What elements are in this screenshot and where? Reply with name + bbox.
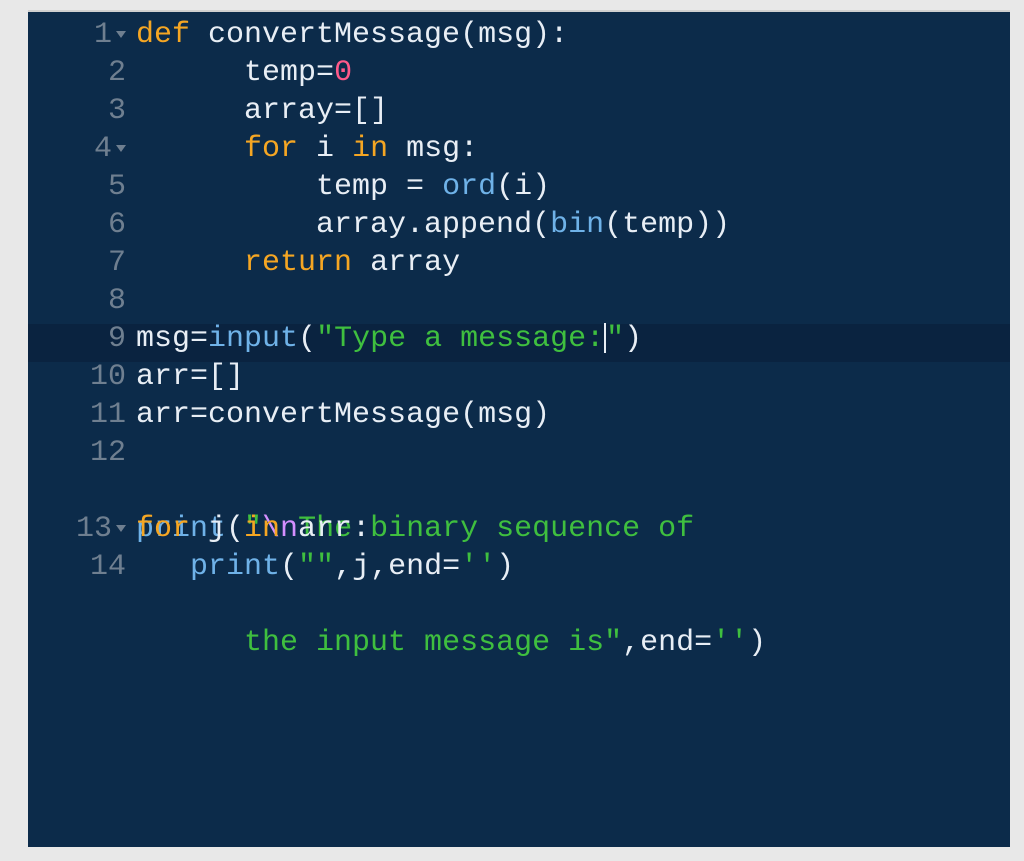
code-line[interactable]: msg=input("Type a message:")	[136, 320, 1010, 358]
code-line[interactable]: array=[]	[136, 92, 1010, 130]
line-number: 5	[28, 168, 136, 206]
code-line[interactable]: temp=0	[136, 54, 1010, 92]
line-number: 14	[28, 548, 136, 586]
fold-icon[interactable]	[116, 525, 126, 532]
code-line[interactable]: for i in msg:	[136, 130, 1010, 168]
fold-icon[interactable]	[116, 31, 126, 38]
line-number: 11	[28, 396, 136, 434]
line-number: 4	[28, 130, 136, 168]
line-number: 7	[28, 244, 136, 282]
code-line[interactable]: print("",j,end='')	[136, 548, 1010, 586]
code-line[interactable]: temp = ord(i)	[136, 168, 1010, 206]
line-number: 13	[28, 510, 136, 548]
line-number: 10	[28, 358, 136, 396]
line-number: 8	[28, 282, 136, 320]
code-line[interactable]: print("\nThe binary sequence of the inpu…	[136, 434, 1010, 510]
code-area[interactable]: def convertMessage(msg): temp=0 array=[]…	[136, 12, 1010, 847]
line-number: 6	[28, 206, 136, 244]
line-number: 2	[28, 54, 136, 92]
code-line[interactable]: arr=convertMessage(msg)	[136, 396, 1010, 434]
code-line[interactable]	[136, 282, 1010, 320]
line-number	[28, 472, 136, 510]
code-line[interactable]: arr=[]	[136, 358, 1010, 396]
code-line[interactable]: return array	[136, 244, 1010, 282]
code-line[interactable]: array.append(bin(temp))	[136, 206, 1010, 244]
app-frame: 1 2 3 4 5 6 7 8 9 10 11 12 13 14 def con…	[0, 0, 1024, 861]
fold-icon[interactable]	[116, 145, 126, 152]
line-number: 1	[28, 16, 136, 54]
line-number: 9	[28, 320, 136, 358]
line-number: 3	[28, 92, 136, 130]
code-line[interactable]: def convertMessage(msg):	[136, 16, 1010, 54]
line-number: 12	[28, 434, 136, 472]
line-number-gutter: 1 2 3 4 5 6 7 8 9 10 11 12 13 14	[28, 12, 136, 847]
code-editor[interactable]: 1 2 3 4 5 6 7 8 9 10 11 12 13 14 def con…	[28, 10, 1010, 847]
